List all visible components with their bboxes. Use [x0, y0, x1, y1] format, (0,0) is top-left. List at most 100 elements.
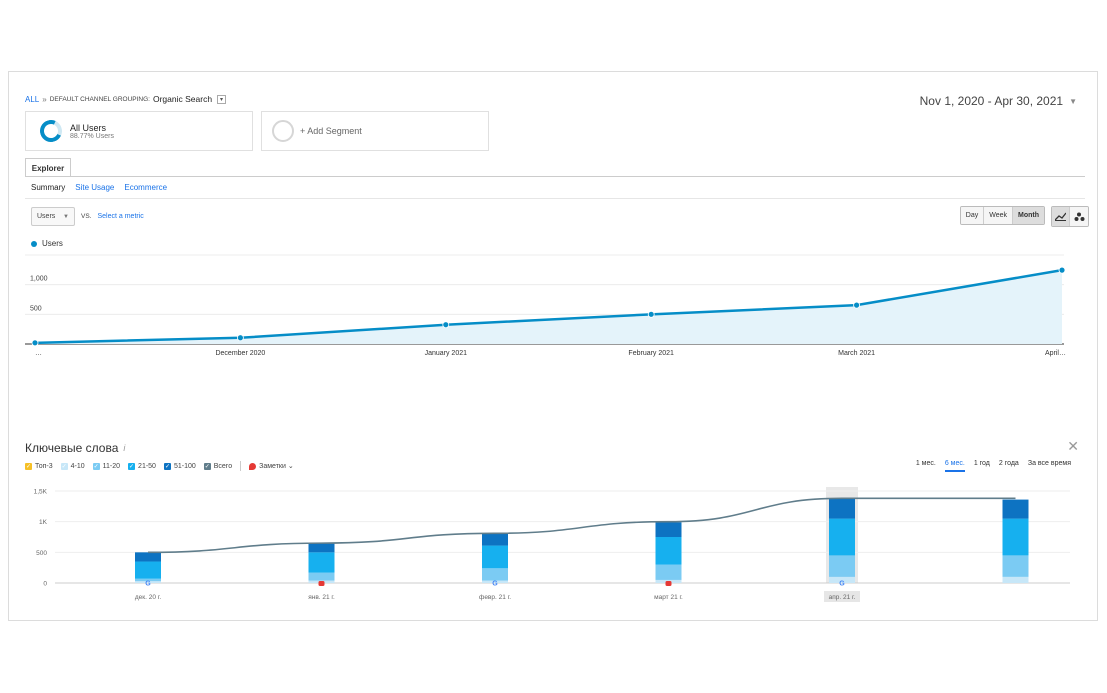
users-data-point [31, 339, 39, 347]
tab-divider [25, 176, 1085, 177]
bar-segment [135, 552, 161, 562]
vs-label: VS. [81, 213, 92, 220]
range-tab[interactable]: За все время [1028, 460, 1071, 472]
bar-segment [308, 572, 335, 581]
checkbox-icon[interactable]: ✓ [60, 462, 68, 470]
bar-segment [829, 518, 855, 556]
bar-segment [829, 555, 855, 577]
legend-label: 11-20 [102, 462, 121, 470]
legend-label: Топ-3 [35, 462, 53, 470]
x-tick-label: … [35, 350, 42, 357]
metric-select-value: Users [37, 213, 56, 220]
series-dot-icon [31, 240, 37, 247]
subtab-divider [25, 198, 1085, 199]
bar-segment [482, 545, 508, 569]
legend-item[interactable]: ✓ 21-50 [128, 462, 156, 470]
x-tick-label: февр. 21 г. [479, 594, 511, 601]
checkbox-icon[interactable]: ✓ [203, 462, 211, 470]
period-month-button[interactable]: Month [1013, 207, 1044, 224]
users-data-point [236, 334, 244, 342]
range-tab[interactable]: 2 года [999, 460, 1019, 472]
bar-segment [308, 543, 335, 553]
users-area-fill [35, 270, 1062, 344]
date-range-text: Nov 1, 2020 - Apr 30, 2021 [919, 94, 1064, 108]
x-tick-label: December 2020 [215, 350, 265, 357]
motion-chart-icon[interactable] [1070, 207, 1088, 226]
select-metric-link[interactable]: Select a metric [97, 213, 143, 220]
checkbox-icon[interactable]: ✓ [163, 462, 171, 470]
metric-select[interactable]: Users ▼ [31, 207, 75, 226]
checkbox-icon[interactable]: ✓ [128, 462, 136, 470]
period-toggle: Day Week Month [959, 206, 1045, 225]
subtab-summary[interactable]: Summary [31, 183, 65, 192]
keywords-legend: ✓ Топ-3 ✓ 4-10 ✓ 11-20 ✓ 21-50 ✓ 51-100 ✓ Всего Заме… [25, 461, 294, 471]
range-tab[interactable]: 6 мес. [944, 460, 965, 472]
breadcrumb-all-link[interactable]: ALL [25, 95, 39, 104]
x-tick-label: дек. 20 г. [135, 594, 161, 601]
bar-segment [1002, 518, 1029, 556]
google-icon: G [839, 581, 845, 588]
y-tick-label: 1K [39, 519, 48, 526]
segment-all-users[interactable]: All Users 88.77% Users [25, 111, 253, 151]
empty-segment-ring-icon [272, 120, 294, 142]
legend-item[interactable]: ✓ 4-10 [60, 462, 85, 470]
note-icon [665, 581, 672, 586]
metric-row: Users ▼ VS. Select a metric [31, 207, 144, 226]
chevron-down-icon: ▼ [63, 213, 69, 220]
legend-item[interactable]: ✓ Топ-3 [25, 462, 53, 470]
close-icon[interactable]: ✕ [1067, 438, 1079, 455]
bar-segment [1002, 499, 1029, 519]
segment-title: All Users [70, 122, 107, 133]
breadcrumb-separator: » [42, 94, 47, 104]
analytics-panel: ALL » DEFAULT CHANNEL GROUPING: Organic … [8, 71, 1098, 621]
breadcrumb-group-value: Organic Search [152, 94, 213, 104]
add-segment-button[interactable]: + Add Segment [261, 111, 489, 151]
period-week-button[interactable]: Week [984, 207, 1013, 224]
line-chart-icon[interactable] [1052, 207, 1070, 226]
checkbox-icon[interactable]: ✓ [92, 462, 100, 470]
legend-item[interactable]: ✓ Всего [203, 462, 232, 470]
x-tick-label: март 21 г. [654, 594, 683, 601]
subtab-ecommerce[interactable]: Ecommerce [124, 183, 167, 192]
segment-ring-icon [36, 116, 66, 146]
legend-label: 51-100 [173, 462, 196, 470]
legend-item[interactable]: ✓ 51-100 [163, 462, 196, 470]
google-icon: G [145, 581, 151, 588]
bar-segment [829, 498, 855, 519]
breadcrumb-group-label: DEFAULT CHANNEL GROUPING: [49, 95, 150, 103]
chevron-down-icon[interactable]: ▾ [217, 94, 227, 104]
bar-segment [308, 552, 335, 573]
note-icon [249, 462, 257, 470]
y-tick-label: 1,5K [34, 489, 48, 496]
legend-users-label: Users [42, 239, 63, 248]
chart-legend: Users [31, 239, 63, 248]
google-icon: G [492, 581, 498, 588]
users-data-point [442, 321, 450, 329]
range-tab[interactable]: 1 мес. [916, 460, 936, 472]
legend-item[interactable]: ✓ 11-20 [92, 462, 121, 470]
users-area-chart: 500 1,000 1,500 … December 2020 January 2021 F… [25, 252, 1066, 357]
legend-label: 4-10 [70, 462, 85, 470]
range-tab[interactable]: 1 год [974, 460, 990, 472]
x-tick-label: янв. 21 г. [308, 594, 335, 601]
tab-explorer[interactable]: Explorer [25, 158, 71, 177]
legend-divider [240, 461, 242, 471]
chevron-down-icon: ▼ [1069, 96, 1077, 106]
subtab-site-usage[interactable]: Site Usage [75, 183, 114, 192]
notes-toggle[interactable]: Заметки ⌄ [249, 462, 294, 470]
info-icon[interactable]: i [123, 443, 125, 453]
breadcrumb: ALL » DEFAULT CHANNEL GROUPING: Organic … [25, 94, 227, 104]
range-tabs: 1 мес. 6 мес. 1 год 2 года За все время [916, 460, 1071, 472]
chart-type-toggle [1051, 206, 1089, 227]
notes-label: Заметки ⌄ [259, 463, 294, 470]
y-tick-label: 500 [30, 305, 42, 312]
bar-segment [1002, 576, 1029, 583]
add-segment-label: + Add Segment [300, 126, 362, 136]
checkbox-icon[interactable]: ✓ [25, 462, 32, 470]
period-day-button[interactable]: Day [960, 207, 985, 224]
keywords-bar-chart: 0 500 1K 1,5K G G Gдек. 20 г. янв. 21 г. февр. 2… [34, 487, 1070, 602]
bar-segment [655, 564, 682, 580]
date-range-picker[interactable]: Nov 1, 2020 - Apr 30, 2021 ▼ [920, 94, 1077, 108]
x-tick-label: February 2021 [628, 350, 674, 357]
y-tick-label: 1,500 [30, 252, 48, 253]
